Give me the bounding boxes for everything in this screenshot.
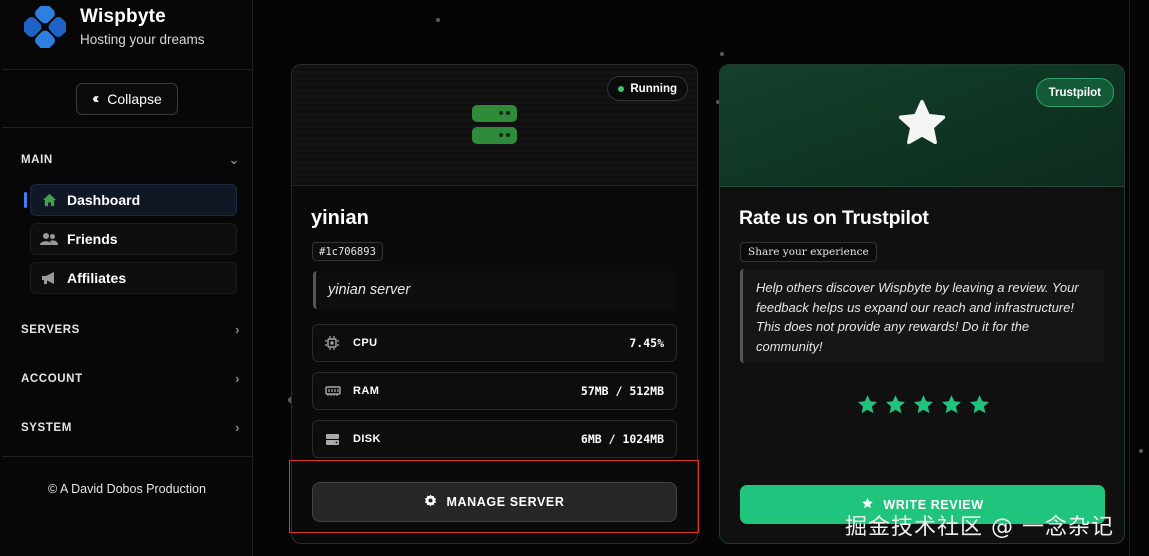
stat-value: 7.45%	[629, 336, 664, 350]
trustpilot-badge[interactable]: Trustpilot	[1035, 78, 1114, 107]
rating-stars[interactable]	[856, 394, 991, 416]
particle	[720, 52, 724, 56]
watermark: 掘金技术社区 @ 一念杂记	[845, 515, 1114, 540]
stat-label: CPU	[353, 337, 378, 349]
particle	[1139, 449, 1143, 453]
sidebar-item-label: Affiliates	[67, 270, 127, 286]
manage-server-button[interactable]: MANAGE SERVER	[312, 482, 677, 522]
sidebar-item-friends[interactable]: Friends	[30, 223, 237, 255]
status-badge: Running	[607, 76, 688, 101]
chevron-right-icon: ›	[235, 420, 240, 435]
brand-name: Wispbyte	[80, 6, 166, 27]
home-icon	[31, 193, 67, 207]
scrollbar-track[interactable]	[1129, 0, 1130, 556]
stat-label: DISK	[353, 433, 381, 445]
star-rating-icon[interactable]	[968, 394, 991, 416]
section-system[interactable]: SYSTEM ›	[21, 420, 240, 435]
section-system-label: SYSTEM	[21, 421, 72, 434]
memory-icon	[325, 385, 353, 397]
particle	[436, 18, 440, 22]
server-banner: Running	[292, 65, 697, 186]
sidebar-footer: © A David Dobos Production	[2, 456, 252, 496]
star-icon	[896, 99, 948, 154]
active-indicator	[24, 192, 27, 208]
brand-tagline: Hosting your dreams	[80, 32, 205, 47]
manage-server-label: MANAGE SERVER	[446, 495, 565, 509]
stat-cpu: CPU 7.45%	[312, 324, 677, 362]
star-rating-icon[interactable]	[856, 394, 879, 416]
section-main[interactable]: MAIN ⌄	[21, 152, 240, 168]
collapse-button[interactable]: ‹‹ Collapse	[76, 82, 178, 115]
sidebar: Wispbyte Hosting your dreams ‹‹ Collapse…	[2, 0, 253, 556]
section-servers[interactable]: SERVERS ›	[21, 322, 240, 337]
chevrons-left-icon: ‹‹	[92, 90, 99, 107]
sidebar-item-label: Dashboard	[67, 192, 141, 208]
megaphone-icon	[31, 271, 67, 285]
trustpilot-banner: Trustpilot	[720, 65, 1124, 187]
chevron-down-icon: ⌄	[228, 152, 240, 167]
section-account-label: ACCOUNT	[21, 372, 83, 385]
chevron-right-icon: ›	[235, 371, 240, 386]
section-main-label: MAIN	[21, 154, 53, 166]
star-rating-icon[interactable]	[940, 394, 963, 416]
server-id: #1c706893	[312, 242, 383, 261]
collapse-label: Collapse	[107, 90, 162, 107]
stat-value: 57MB / 512MB	[580, 384, 664, 398]
section-servers-label: SERVERS	[21, 323, 80, 336]
chevron-right-icon: ›	[235, 322, 240, 337]
server-description: yinian server	[313, 271, 675, 309]
brand[interactable]: Wispbyte Hosting your dreams	[2, 0, 252, 70]
sidebar-item-label: Friends	[67, 231, 118, 247]
users-icon	[31, 232, 67, 246]
trustpilot-card: Trustpilot Rate us on Trustpilot Share y…	[719, 64, 1125, 544]
sidebar-item-affiliates[interactable]: Affiliates	[30, 262, 237, 294]
stat-value: 6MB / 1024MB	[580, 432, 664, 446]
gear-icon	[424, 494, 437, 510]
star-rating-icon[interactable]	[884, 394, 907, 416]
wispbyte-logo-icon	[24, 6, 66, 48]
server-icon	[472, 105, 517, 145]
trustpilot-subtitle: Share your experience	[740, 242, 877, 262]
trustpilot-title: Rate us on Trustpilot	[739, 207, 929, 229]
stat-label: RAM	[353, 385, 380, 397]
cpu-icon	[325, 336, 353, 350]
stat-disk: DISK 6MB / 1024MB	[312, 420, 677, 458]
trustpilot-description: Help others discover Wispbyte by leaving…	[740, 269, 1104, 363]
star-rating-icon[interactable]	[912, 394, 935, 416]
stat-ram: RAM 57MB / 512MB	[312, 372, 677, 410]
section-account[interactable]: ACCOUNT ›	[21, 371, 240, 386]
server-name: yinian	[311, 207, 369, 229]
sidebar-item-dashboard[interactable]: Dashboard	[30, 184, 237, 216]
hard-drive-icon	[325, 433, 353, 446]
